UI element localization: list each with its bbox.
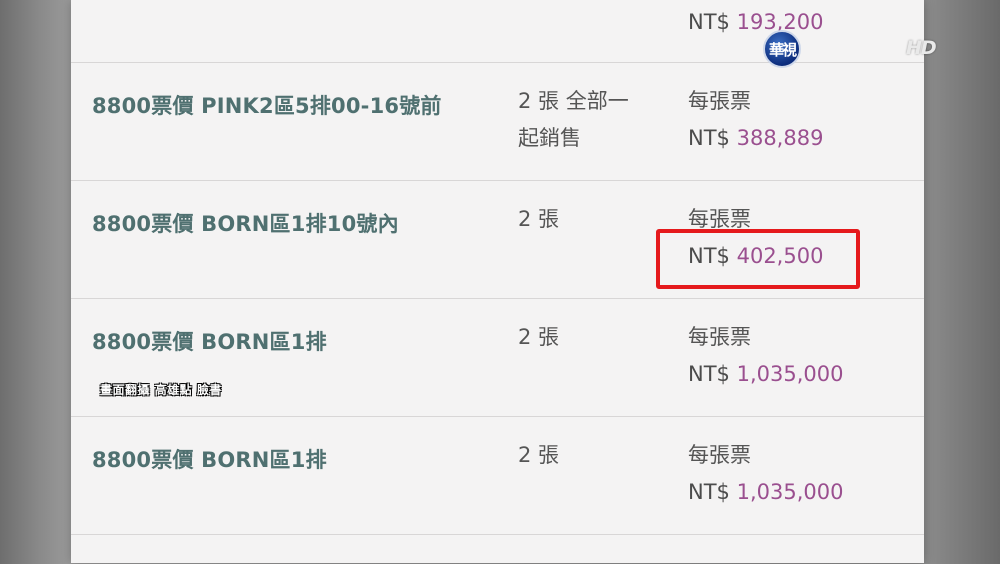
quantity-line: 2 張 — [518, 325, 560, 349]
listing-row[interactable]: 8800票價 BORN區1排 2 張 每張票 NT$ 1,035,000 — [71, 298, 924, 417]
ticket-quantity: 2 張 — [518, 201, 658, 238]
price-line: NT$ 193,200 — [688, 4, 918, 41]
ticket-quantity: 2 張 全部一 起銷售 — [518, 83, 658, 157]
ticket-name: 8800票價 BORN區1排 — [92, 448, 327, 472]
quantity-line: 2 張 — [518, 443, 560, 467]
broadcaster-logo: 華視 — [763, 30, 801, 68]
ticket-price: 每張票 NT$ 388,889 — [688, 83, 918, 157]
price-line: NT$ 388,889 — [688, 120, 918, 157]
listing-row[interactable]: 8800票價 BORN區1排 2 張 每張票 NT$ 1,035,000 — [71, 416, 924, 535]
price-amount: 1,035,000 — [736, 362, 844, 386]
price-highlight-box — [656, 229, 860, 289]
ticket-price: NT$ 193,200 — [688, 4, 918, 41]
ticket-quantity: 2 張 — [518, 437, 658, 474]
listing-row[interactable]: 8800票價 PINK2區5排00-16號前 2 張 全部一 起銷售 每張票 N… — [71, 62, 924, 181]
currency-label: NT$ — [688, 126, 730, 150]
hd-badge: HD — [906, 37, 937, 59]
price-amount: 1,035,000 — [736, 480, 844, 504]
ticket-price: 每張票 NT$ 1,035,000 — [688, 319, 918, 393]
price-label: 每張票 — [688, 89, 751, 113]
price-line: NT$ 1,035,000 — [688, 474, 918, 511]
price-label: 每張票 — [688, 325, 751, 349]
quantity-line: 2 張 全部一 — [518, 89, 629, 113]
currency-label: NT$ — [688, 362, 730, 386]
quantity-line: 起銷售 — [518, 126, 581, 150]
price-amount: 388,889 — [736, 126, 824, 150]
ticket-quantity: 2 張 — [518, 319, 658, 356]
listing-row-partial — [71, 534, 924, 564]
ticket-name: 8800票價 BORN區1排 — [92, 330, 327, 354]
quantity-line: 2 張 — [518, 207, 560, 231]
footage-caption: 畫面翻攝 高雄點 臉書 — [100, 383, 222, 397]
ticket-name: 8800票價 PINK2區5排00-16號前 — [92, 94, 442, 118]
price-label: 每張票 — [688, 443, 751, 467]
ticket-name: 8800票價 BORN區1排10號內 — [92, 212, 399, 236]
currency-label: NT$ — [688, 480, 730, 504]
ticket-price: 每張票 NT$ 1,035,000 — [688, 437, 918, 511]
currency-label: NT$ — [688, 10, 730, 34]
price-line: NT$ 1,035,000 — [688, 356, 918, 393]
logo-text: 華視 — [768, 40, 797, 59]
